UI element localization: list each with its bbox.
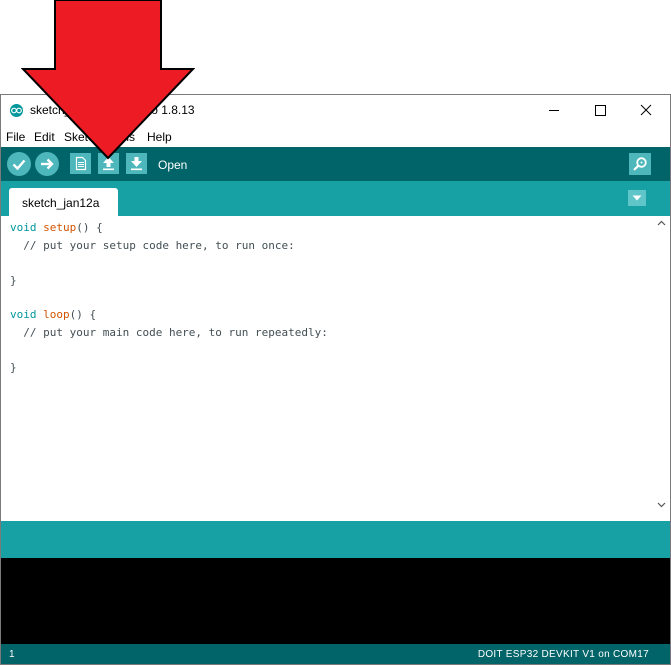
arduino-logo-icon: [10, 104, 23, 117]
maximize-button[interactable]: [577, 95, 623, 125]
menu-edit[interactable]: Edit: [34, 130, 55, 144]
code-function: loop: [43, 308, 70, 321]
code-editor[interactable]: void setup() { // put your setup code he…: [1, 216, 670, 521]
code-line: }: [10, 274, 17, 287]
close-button[interactable]: [623, 95, 669, 125]
arduino-ide-window: sketch_jan12a | Arduino 1.8.13 File Edit…: [0, 94, 671, 665]
save-sketch-button[interactable]: [126, 153, 147, 174]
toolbar-hover-label: Open: [158, 158, 188, 172]
tab-sketch[interactable]: sketch_jan12a: [9, 188, 118, 216]
toolbar: Open: [1, 147, 670, 181]
arrow-down-icon: [131, 157, 142, 171]
title-bar: sketch_jan12a | Arduino 1.8.13: [1, 95, 670, 125]
menu-bar: File Edit Sketch Tools Help: [1, 125, 670, 147]
open-sketch-button[interactable]: [98, 153, 119, 174]
maximize-icon: [595, 105, 606, 116]
checkmark-icon: [12, 159, 26, 171]
minimize-icon: [549, 110, 559, 111]
code-line: void loop() {: [10, 308, 97, 321]
code-line: }: [10, 361, 17, 374]
board-port-label: DOIT ESP32 DEVKIT V1 on COM17: [477, 649, 649, 660]
upload-button[interactable]: [35, 152, 59, 176]
code-keyword: void: [10, 308, 37, 321]
new-sketch-button[interactable]: [70, 153, 91, 174]
magnifier-icon: [633, 157, 647, 171]
code-keyword: void: [10, 221, 37, 234]
code-line: void setup() {: [10, 221, 103, 234]
line-number: 1: [9, 649, 15, 660]
menu-sketch[interactable]: Sketch: [64, 130, 101, 144]
new-file-icon: [75, 156, 87, 171]
window-title: sketch_jan12a | Arduino 1.8.13: [30, 103, 195, 117]
arrow-right-icon: [41, 158, 54, 170]
screenshot: sketch_jan12a | Arduino 1.8.13 File Edit…: [0, 0, 671, 665]
output-console[interactable]: [1, 558, 670, 644]
close-icon: [640, 104, 652, 116]
arrow-up-icon: [103, 157, 114, 171]
code-function: setup: [43, 221, 77, 234]
menu-file[interactable]: File: [6, 130, 25, 144]
minimize-button[interactable]: [531, 95, 577, 125]
code-line: // put your setup code here, to run once…: [10, 239, 295, 252]
message-bar: [1, 521, 670, 558]
menu-help[interactable]: Help: [147, 130, 172, 144]
verify-button[interactable]: [7, 152, 31, 176]
scroll-up-icon[interactable]: [657, 220, 666, 226]
menu-tools[interactable]: Tools: [107, 130, 135, 144]
tab-menu-button[interactable]: [628, 190, 646, 206]
code-line: // put your main code here, to run repea…: [10, 326, 328, 339]
footer-status-bar: 1 DOIT ESP32 DEVKIT V1 on COM17: [1, 644, 670, 664]
triangle-down-icon: [632, 195, 642, 201]
serial-monitor-button[interactable]: [629, 153, 651, 175]
tab-bar: sketch_jan12a: [1, 181, 670, 216]
editor-scrollbar[interactable]: [653, 216, 670, 521]
tab-label: sketch_jan12a: [22, 196, 100, 210]
scroll-down-icon[interactable]: [657, 502, 666, 508]
